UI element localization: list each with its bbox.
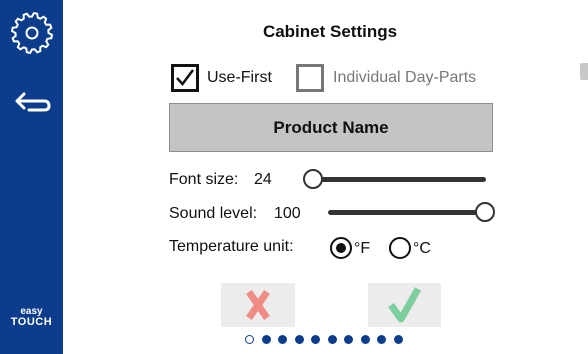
sidebar: easy TOUCH — [0, 0, 63, 354]
back-arrow-icon[interactable] — [14, 90, 52, 114]
page-dot[interactable] — [377, 335, 386, 344]
font-size-label: Font size: — [169, 171, 239, 188]
sound-level-value: 100 — [274, 205, 301, 222]
font-size-slider-knob[interactable] — [303, 169, 323, 189]
checkmark-icon — [388, 287, 422, 323]
sound-level-slider-track[interactable] — [328, 210, 488, 215]
individual-day-parts-label[interactable]: Individual Day-Parts — [333, 69, 476, 87]
scroll-tab[interactable] — [580, 63, 588, 80]
product-name-button[interactable]: Product Name — [169, 103, 493, 152]
font-size-value: 24 — [254, 171, 272, 188]
celsius-label[interactable]: °C — [413, 240, 431, 258]
cancel-button[interactable] — [221, 283, 295, 327]
page-dot[interactable] — [393, 335, 403, 344]
product-name-label: Product Name — [273, 117, 389, 137]
x-icon — [246, 290, 270, 320]
page-dot[interactable] — [278, 335, 287, 344]
sound-level-slider-knob[interactable] — [475, 202, 495, 222]
fahrenheit-label[interactable]: °F — [354, 240, 370, 258]
page-dot[interactable] — [311, 335, 320, 344]
confirm-button[interactable] — [368, 283, 441, 327]
page-dot[interactable] — [344, 335, 353, 344]
use-first-checkbox[interactable] — [171, 64, 199, 92]
brand-line-2: TOUCH — [10, 316, 53, 328]
brand-logo: easy TOUCH — [0, 306, 63, 328]
page-dot[interactable] — [245, 335, 254, 344]
page-title: Cabinet Settings — [262, 22, 398, 41]
font-size-slider-track[interactable] — [311, 177, 486, 182]
page-dot[interactable] — [261, 335, 271, 344]
use-first-label[interactable]: Use-First — [207, 69, 272, 87]
page-dot[interactable] — [294, 335, 304, 344]
page-dot[interactable] — [327, 335, 337, 344]
celsius-radio[interactable] — [389, 237, 411, 259]
temperature-unit-label: Temperature unit: — [169, 238, 294, 255]
fahrenheit-radio-dot — [336, 243, 346, 253]
individual-day-parts-checkbox[interactable] — [296, 64, 324, 92]
gear-icon[interactable] — [9, 10, 55, 56]
checkmark-icon — [176, 69, 194, 86]
fahrenheit-radio[interactable] — [330, 237, 352, 259]
page-dot[interactable] — [360, 335, 370, 344]
sound-level-label: Sound level: — [169, 205, 258, 222]
